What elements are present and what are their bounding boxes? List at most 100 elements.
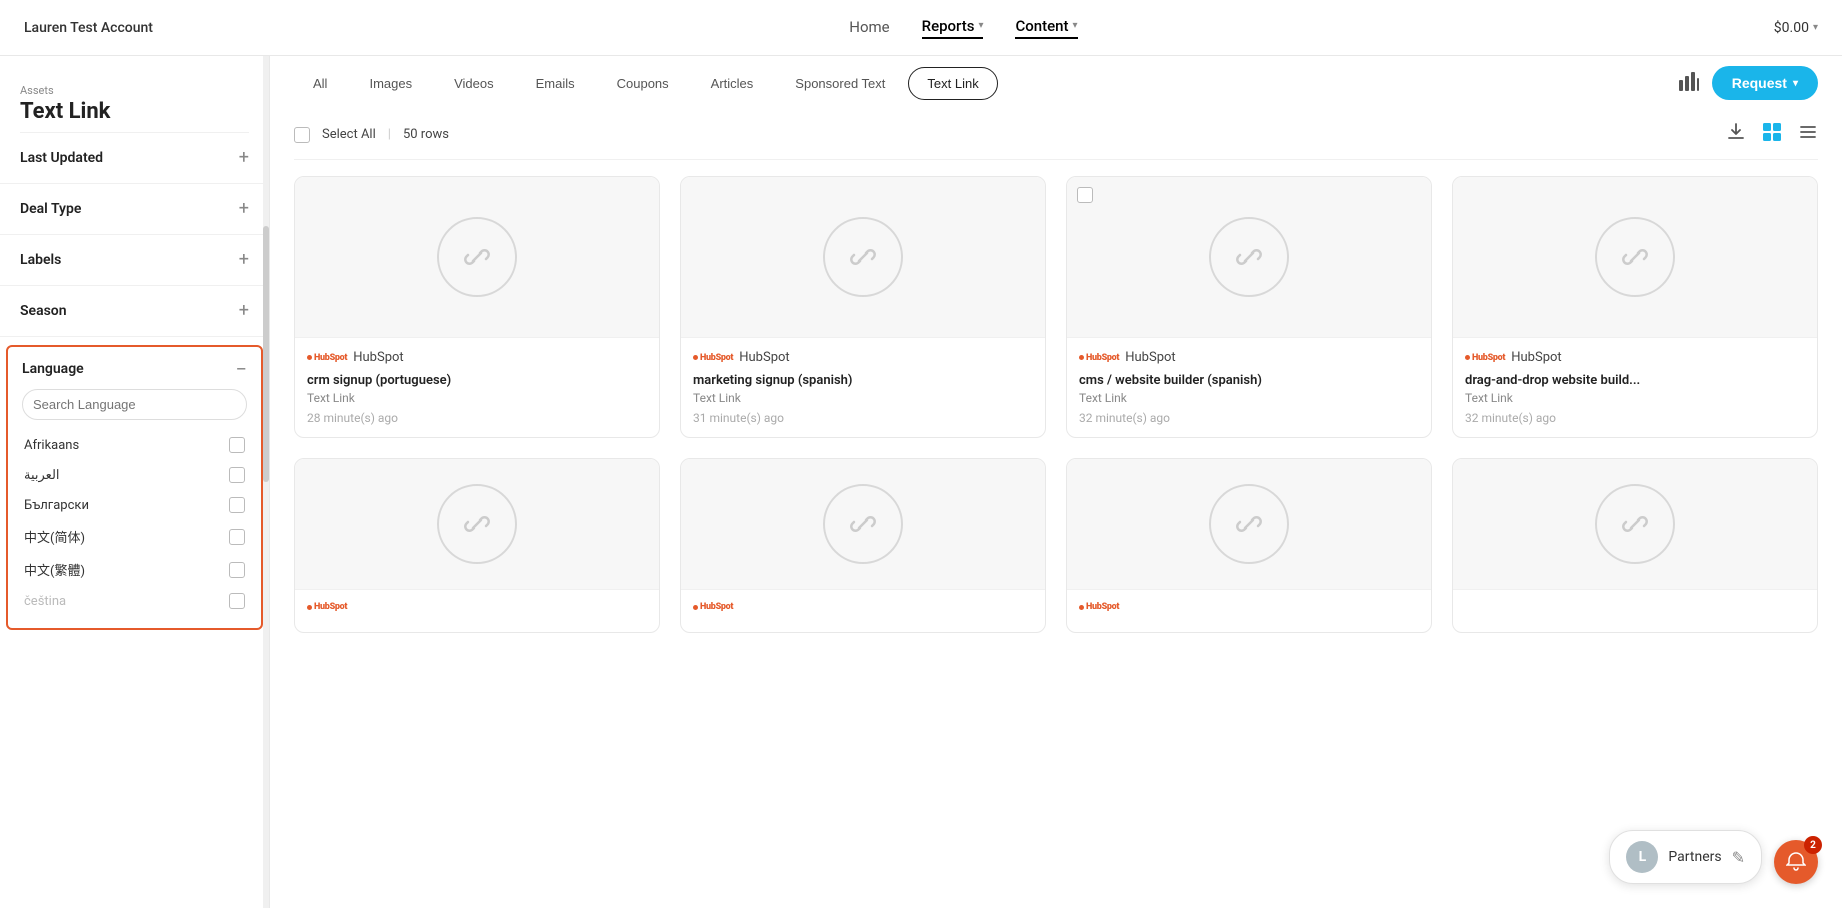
top-nav: Lauren Test Account Home Reports ▾ Conte… [0, 0, 1842, 56]
request-button[interactable]: Request ▾ [1712, 66, 1818, 100]
card-5-brand-logo: HubSpot [307, 602, 347, 612]
card-7-brand-logo: HubSpot [1079, 602, 1119, 612]
lang-label-chinese-traditional: 中文(繁體) [24, 560, 85, 579]
card-3-checkbox[interactable] [1077, 187, 1093, 203]
download-icon[interactable] [1726, 122, 1746, 147]
last-updated-expand-icon: + [239, 149, 249, 167]
card-1-time: 28 minute(s) ago [307, 411, 647, 425]
card-2-type: Text Link [693, 391, 1033, 405]
nav-home[interactable]: Home [849, 18, 889, 38]
card-8-link-icon-wrap [1595, 484, 1675, 564]
filter-season[interactable]: Season + [0, 286, 269, 337]
lang-item-chinese-traditional[interactable]: 中文(繁體) [22, 553, 247, 586]
tab-sponsored-text[interactable]: Sponsored Text [776, 67, 904, 100]
card-4-link-icon-wrap [1595, 217, 1675, 297]
lang-checkbox-chinese-traditional[interactable] [229, 562, 245, 578]
list-view-icon[interactable] [1798, 122, 1818, 147]
select-all-label[interactable]: Select All [322, 127, 376, 142]
card-7-link-icon-wrap [1209, 484, 1289, 564]
tabs-actions: Request ▾ [1678, 66, 1818, 100]
card-3-link-icon-wrap [1209, 217, 1289, 297]
card-1-body: HubSpot HubSpot crm signup (portuguese) … [295, 337, 659, 437]
tab-coupons[interactable]: Coupons [598, 67, 688, 100]
lang-label-czech: čeština [24, 594, 66, 609]
tab-all[interactable]: All [294, 67, 346, 100]
reports-chevron-icon: ▾ [978, 20, 983, 31]
card-8[interactable] [1452, 458, 1818, 633]
lang-item-czech[interactable]: čeština [22, 586, 247, 616]
card-4-type: Text Link [1465, 391, 1805, 405]
card-4-brand: HubSpot HubSpot [1465, 350, 1805, 365]
tab-videos[interactable]: Videos [435, 67, 513, 100]
nav-reports-label: Reports [922, 17, 975, 35]
cards-grid: HubSpot HubSpot crm signup (portuguese) … [294, 176, 1818, 633]
card-2-brand: HubSpot HubSpot [693, 350, 1033, 365]
chart-icon[interactable] [1678, 70, 1700, 97]
lang-item-chinese-simplified[interactable]: 中文(简体) [22, 520, 247, 553]
card-1-title: crm signup (portuguese) [307, 373, 647, 388]
language-collapse-icon: − [236, 359, 247, 379]
lang-checkbox-bulgarian[interactable] [229, 497, 245, 513]
card-3[interactable]: HubSpot HubSpot cms / website builder (s… [1066, 176, 1432, 438]
sidebar-scrollbar-thumb[interactable] [263, 226, 269, 482]
season-expand-icon: + [239, 302, 249, 320]
tab-images[interactable]: Images [350, 67, 431, 100]
card-6[interactable]: HubSpot [680, 458, 1046, 633]
card-2-brand-logo: HubSpot [693, 353, 733, 363]
request-button-label: Request [1732, 75, 1787, 91]
lang-item-afrikaans[interactable]: Afrikaans [22, 430, 247, 460]
rows-count: 50 rows [403, 127, 449, 142]
grid-view-icon[interactable] [1762, 122, 1782, 147]
labels-expand-icon: + [239, 251, 249, 269]
lang-item-arabic[interactable]: العربية [22, 460, 247, 490]
card-3-title: cms / website builder (spanish) [1079, 373, 1419, 388]
nav-center: Home Reports ▾ Content ▾ [849, 17, 1077, 39]
select-all-checkbox[interactable] [294, 127, 310, 143]
card-4-title: drag-and-drop website build... [1465, 373, 1805, 388]
filter-deal-type[interactable]: Deal Type + [0, 184, 269, 235]
card-3-type: Text Link [1079, 391, 1419, 405]
lang-checkbox-czech[interactable] [229, 593, 245, 609]
partners-label: Partners [1668, 849, 1721, 865]
card-4-image [1453, 177, 1817, 337]
lang-checkbox-arabic[interactable] [229, 467, 245, 483]
card-2[interactable]: HubSpot HubSpot marketing signup (spanis… [680, 176, 1046, 438]
sidebar-scrollbar-track [263, 56, 269, 908]
card-6-image [681, 459, 1045, 589]
tab-text-link[interactable]: Text Link [908, 67, 997, 100]
tab-emails[interactable]: Emails [517, 67, 594, 100]
content-chevron-icon: ▾ [1073, 20, 1078, 31]
card-8-body [1453, 589, 1817, 614]
card-1-type: Text Link [307, 391, 647, 405]
filter-labels[interactable]: Labels + [0, 235, 269, 286]
tab-articles[interactable]: Articles [692, 67, 773, 100]
notification-button[interactable]: 2 [1774, 840, 1818, 884]
card-3-brand-logo: HubSpot [1079, 353, 1119, 363]
lang-checkbox-chinese-simplified[interactable] [229, 529, 245, 545]
toolbar-row: Select All | 50 rows [294, 110, 1818, 160]
filter-last-updated[interactable]: Last Updated + [0, 133, 269, 184]
account-balance[interactable]: $0.00 ▾ [1774, 20, 1818, 36]
deal-type-expand-icon: + [239, 200, 249, 218]
card-1-image [295, 177, 659, 337]
lang-checkbox-afrikaans[interactable] [229, 437, 245, 453]
card-4-time: 32 minute(s) ago [1465, 411, 1805, 425]
notification-count: 2 [1804, 836, 1822, 854]
card-4[interactable]: HubSpot HubSpot drag-and-drop website bu… [1452, 176, 1818, 438]
card-6-body: HubSpot [681, 589, 1045, 632]
nav-reports[interactable]: Reports ▾ [922, 17, 984, 39]
card-7[interactable]: HubSpot [1066, 458, 1432, 633]
card-1-brand: HubSpot HubSpot [307, 350, 647, 365]
lang-item-bulgarian[interactable]: Български [22, 490, 247, 520]
partners-widget[interactable]: L Partners ✎ [1609, 830, 1762, 884]
card-7-brand: HubSpot [1079, 602, 1419, 612]
partners-edit-icon[interactable]: ✎ [1732, 848, 1745, 867]
card-1-link-icon-wrap [437, 217, 517, 297]
language-header[interactable]: Language − [22, 359, 247, 379]
search-language-input[interactable] [22, 389, 247, 420]
card-2-body: HubSpot HubSpot marketing signup (spanis… [681, 337, 1045, 437]
card-5[interactable]: HubSpot [294, 458, 660, 633]
nav-content[interactable]: Content ▾ [1015, 17, 1077, 39]
card-1[interactable]: HubSpot HubSpot crm signup (portuguese) … [294, 176, 660, 438]
card-2-brand-name: HubSpot [739, 350, 789, 365]
